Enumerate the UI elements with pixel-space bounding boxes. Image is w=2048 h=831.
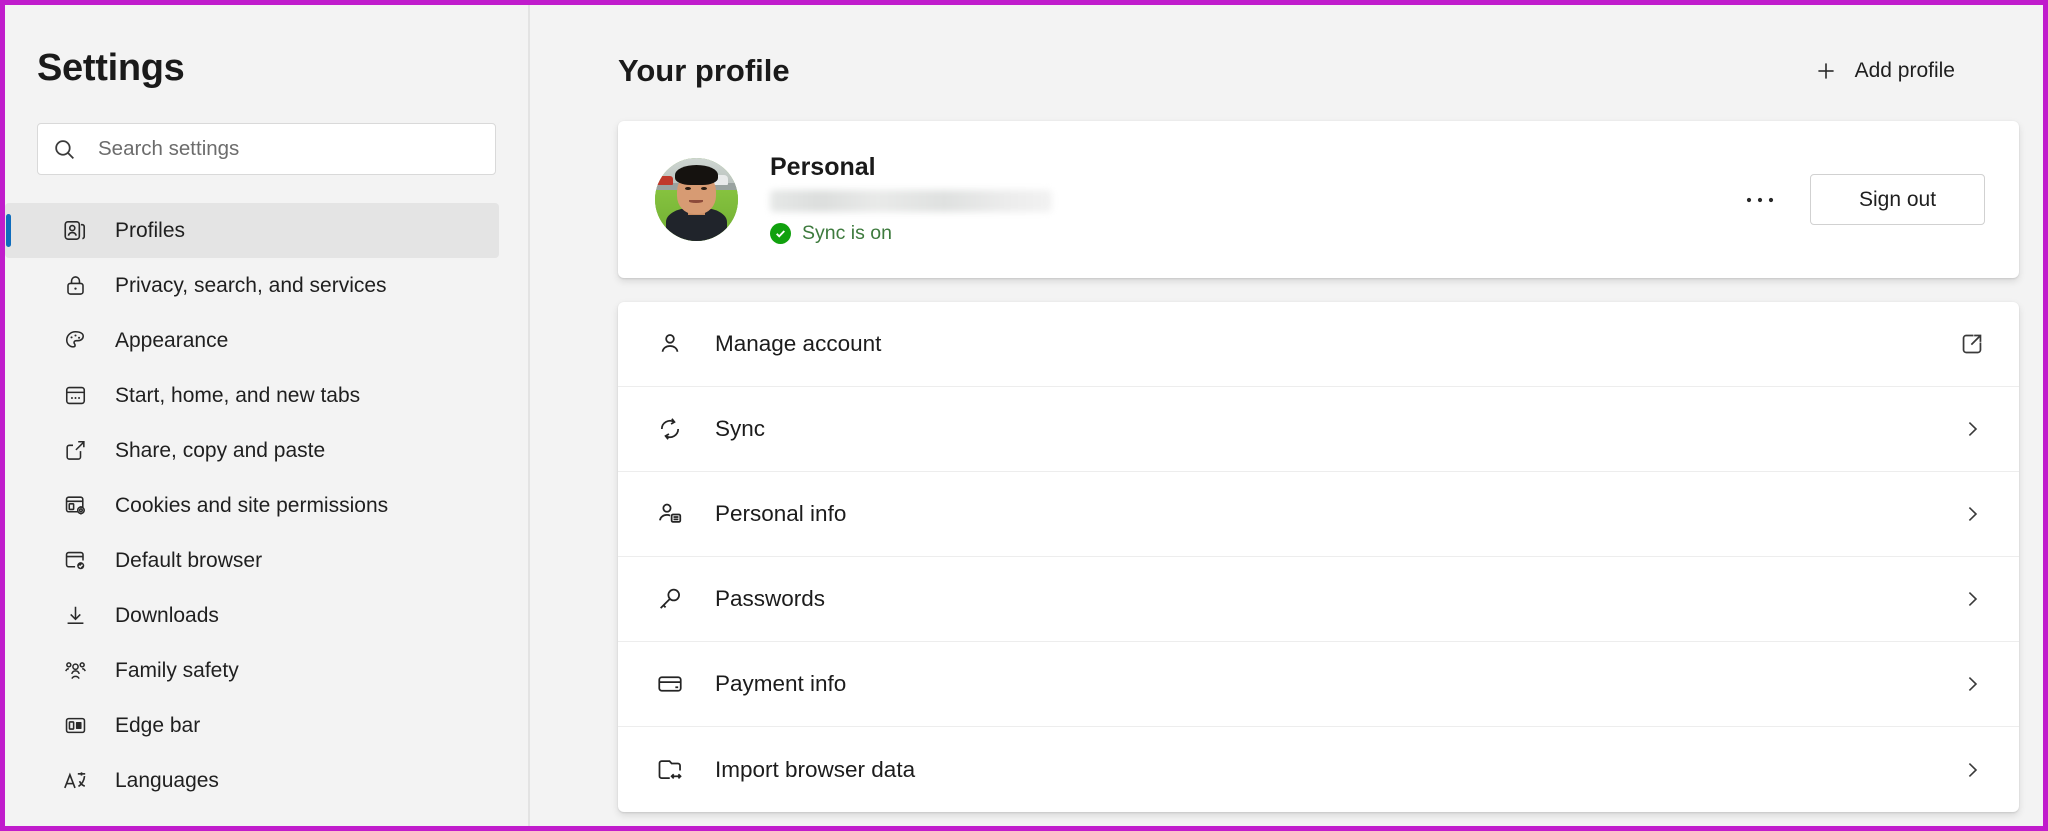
list-item-sync[interactable]: Sync	[618, 387, 2019, 472]
search-settings-field[interactable]	[37, 123, 496, 175]
download-arrow-icon	[61, 602, 89, 630]
add-profile-button[interactable]: Add profile	[1804, 51, 1965, 91]
chevron-right-icon	[1957, 499, 1987, 529]
profile-card-actions: Sign out	[1738, 174, 1985, 225]
list-item-label: Personal info	[715, 501, 1957, 527]
list-item-label: Payment info	[715, 671, 1957, 697]
profile-card: Personal Sync is on Sign	[618, 121, 2019, 278]
list-item-passwords[interactable]: Passwords	[618, 557, 2019, 642]
sidebar-item-label: Privacy, search, and services	[115, 274, 387, 298]
browser-check-icon	[61, 547, 89, 575]
printer-icon	[61, 822, 89, 827]
sync-status-label: Sync is on	[802, 222, 892, 245]
key-icon	[654, 583, 686, 615]
search-input[interactable]	[98, 137, 481, 161]
palette-icon	[61, 327, 89, 355]
sidebar-item-appearance[interactable]: Appearance	[5, 313, 528, 368]
avatar	[655, 158, 738, 241]
sidebar-item-label: Appearance	[115, 329, 228, 353]
credit-card-icon	[654, 668, 686, 700]
sign-out-button[interactable]: Sign out	[1810, 174, 1985, 225]
sidebar-item-languages[interactable]: Languages	[5, 753, 528, 808]
sidebar-item-downloads[interactable]: Downloads	[5, 588, 528, 643]
profiles-icon	[61, 217, 89, 245]
sidebar-nav: Profiles Privacy, search, and services	[5, 203, 528, 826]
cookie-gear-icon	[61, 492, 89, 520]
sidebar-item-cookies-site-permissions[interactable]: Cookies and site permissions	[5, 478, 528, 533]
list-item-label: Import browser data	[715, 757, 1957, 783]
settings-main-panel: Your profile Add profile Persona	[530, 5, 2043, 826]
sidebar-item-label: Start, home, and new tabs	[115, 384, 360, 408]
page-title: Your profile	[618, 53, 790, 89]
sidebar-item-default-browser[interactable]: Default browser	[5, 533, 528, 588]
edge-bar-icon	[61, 712, 89, 740]
chevron-right-icon	[1957, 584, 1987, 614]
list-item-label: Passwords	[715, 586, 1957, 612]
list-item-import-browser-data[interactable]: Import browser data	[618, 727, 2019, 812]
sidebar-item-printers[interactable]: Printers	[5, 808, 528, 826]
external-link-icon	[1957, 329, 1987, 359]
sidebar-item-label: Downloads	[115, 604, 219, 628]
chevron-right-icon	[1957, 669, 1987, 699]
browser-tab-icon	[61, 382, 89, 410]
list-item-payment-info[interactable]: Payment info	[618, 642, 2019, 727]
sidebar-item-edge-bar[interactable]: Edge bar	[5, 698, 528, 753]
list-item-personal-info[interactable]: Personal info	[618, 472, 2019, 557]
lock-icon	[61, 272, 89, 300]
more-options-button[interactable]	[1738, 178, 1782, 222]
sidebar-item-family-safety[interactable]: Family safety	[5, 643, 528, 698]
list-item-manage-account[interactable]: Manage account	[618, 302, 2019, 387]
add-profile-label: Add profile	[1855, 59, 1955, 83]
sidebar-item-label: Languages	[115, 769, 219, 793]
sync-refresh-icon	[654, 413, 686, 445]
settings-sidebar: Settings Profiles	[5, 5, 530, 826]
list-item-label: Manage account	[715, 331, 1957, 357]
settings-title: Settings	[37, 47, 528, 90]
person-card-icon	[654, 498, 686, 530]
sync-status-row: Sync is on	[770, 222, 1738, 245]
edge-settings-window: Settings Profiles	[0, 0, 2048, 831]
sidebar-item-label: Default browser	[115, 549, 262, 573]
search-icon	[52, 137, 77, 162]
sidebar-item-label: Share, copy and paste	[115, 439, 325, 463]
sidebar-item-profiles[interactable]: Profiles	[5, 203, 499, 258]
profile-details: Personal Sync is on	[770, 154, 1738, 246]
plus-icon	[1814, 59, 1838, 83]
chevron-right-icon	[1957, 414, 1987, 444]
sidebar-item-share-copy-paste[interactable]: Share, copy and paste	[5, 423, 528, 478]
sidebar-item-label: Printers	[115, 824, 187, 827]
share-icon	[61, 437, 89, 465]
check-circle-icon	[770, 223, 791, 244]
people-icon	[61, 657, 89, 685]
sidebar-item-label: Cookies and site permissions	[115, 494, 388, 518]
import-folder-icon	[654, 754, 686, 786]
sidebar-item-start-home-new-tabs[interactable]: Start, home, and new tabs	[5, 368, 528, 423]
sidebar-item-label: Profiles	[115, 219, 185, 243]
profile-settings-list: Manage account Sync	[618, 302, 2019, 812]
sidebar-item-label: Edge bar	[115, 714, 200, 738]
person-icon	[654, 328, 686, 360]
chevron-right-icon	[1957, 755, 1987, 785]
sidebar-item-privacy-search-services[interactable]: Privacy, search, and services	[5, 258, 528, 313]
main-header: Your profile Add profile	[530, 5, 2019, 91]
list-item-label: Sync	[715, 416, 1957, 442]
profile-email-blurred	[770, 190, 1052, 212]
profile-name: Personal	[770, 154, 1738, 182]
translate-icon	[61, 767, 89, 795]
sidebar-item-label: Family safety	[115, 659, 239, 683]
